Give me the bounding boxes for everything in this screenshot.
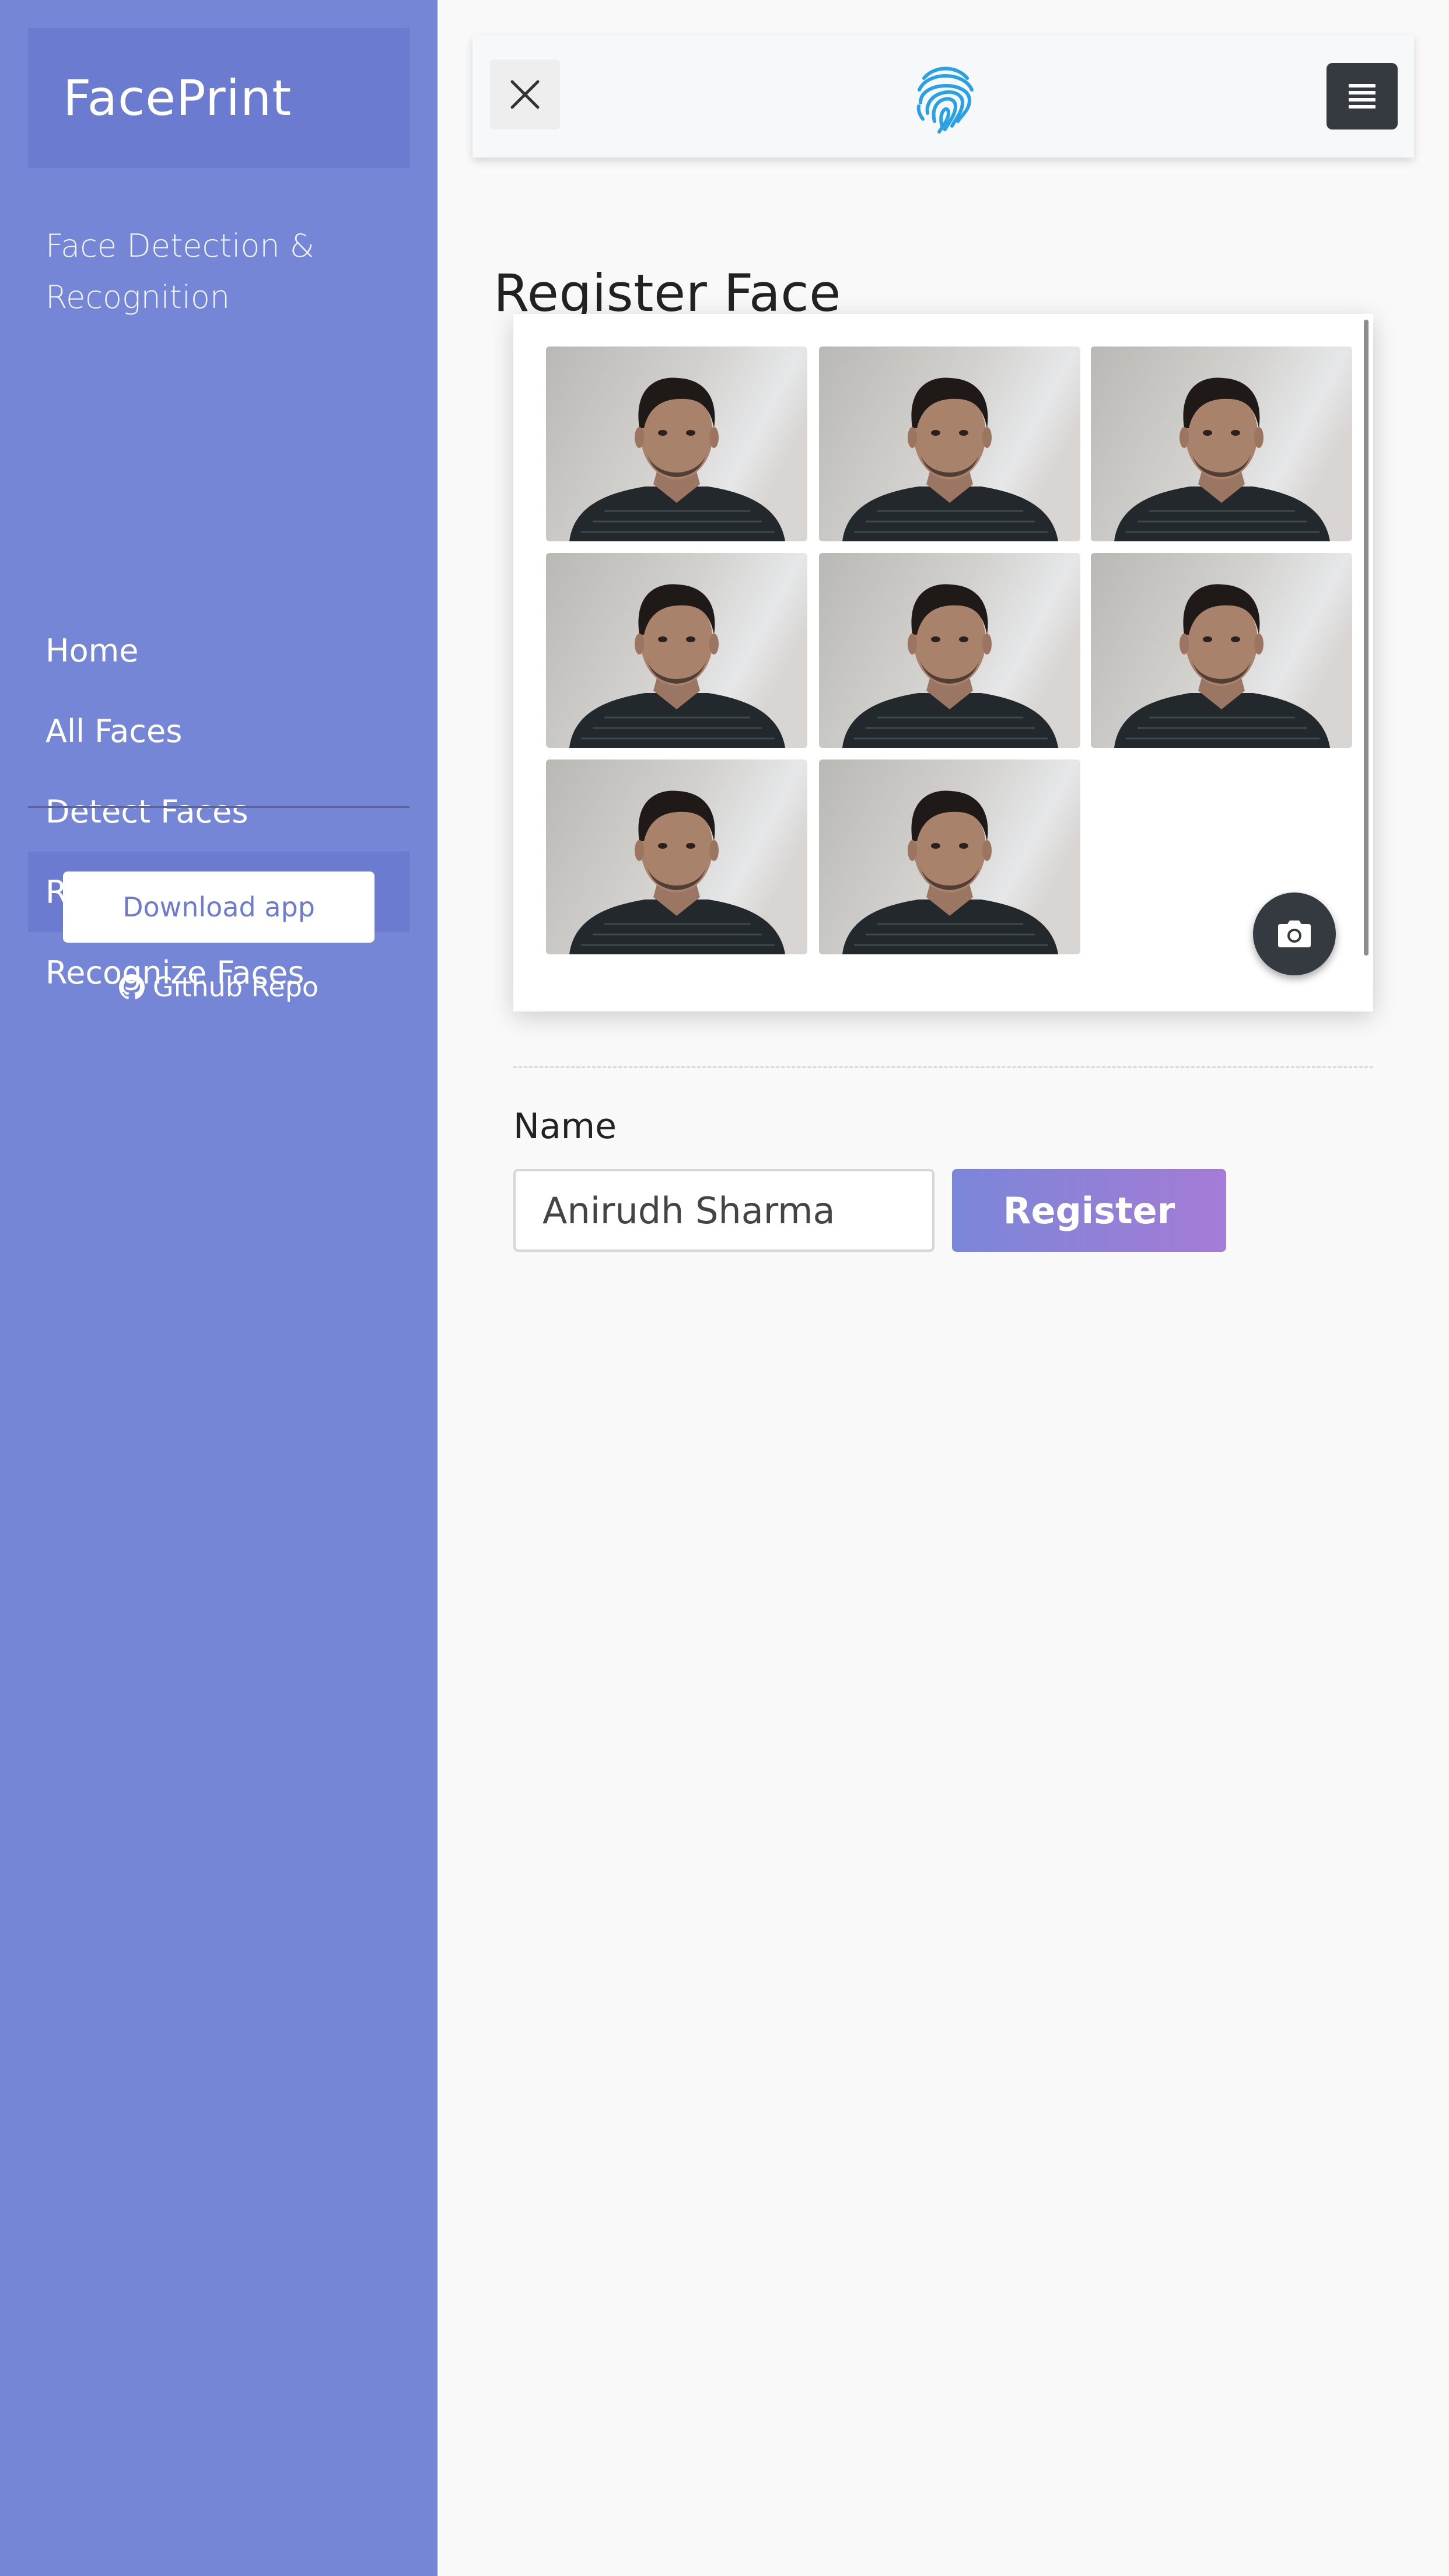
- close-icon: [510, 80, 540, 109]
- close-sidebar-button[interactable]: [490, 60, 560, 130]
- app-tagline: Face Detection & Recognition: [46, 228, 314, 316]
- captured-photo[interactable]: [546, 553, 807, 748]
- capture-photo-button[interactable]: [1253, 892, 1336, 975]
- camera-icon: [1278, 921, 1311, 947]
- menu-button[interactable]: [1326, 63, 1398, 130]
- download-app-button[interactable]: Download app: [63, 872, 374, 943]
- captured-photo[interactable]: [819, 553, 1080, 748]
- captured-photo[interactable]: [546, 760, 807, 954]
- github-repo-link[interactable]: Github Repo: [0, 970, 438, 1005]
- capture-card: [513, 314, 1373, 1012]
- card-scrollbar[interactable]: [1364, 320, 1368, 956]
- captured-photo[interactable]: [1091, 553, 1352, 748]
- github-icon: [118, 974, 145, 999]
- fingerprint-icon: [916, 66, 974, 134]
- sidebar-item-detect-faces[interactable]: Detect Faces: [28, 771, 410, 852]
- name-label: Name: [513, 1106, 617, 1147]
- top-bar: [473, 35, 1414, 158]
- sidebar-item-all-faces[interactable]: All Faces: [28, 691, 410, 771]
- github-repo-label: Github Repo: [152, 971, 319, 1003]
- captured-photo[interactable]: [819, 346, 1080, 541]
- sidebar: FacePrint Face Detection & Recognition H…: [0, 0, 438, 2576]
- brand-title[interactable]: FacePrint: [28, 28, 410, 168]
- captured-photo[interactable]: [1091, 346, 1352, 541]
- sidebar-nav: Home All Faces Detect Faces Register Fac…: [28, 610, 410, 1013]
- form-divider: [513, 1066, 1373, 1068]
- sidebar-item-home[interactable]: Home: [28, 610, 410, 691]
- register-button[interactable]: Register: [952, 1169, 1226, 1252]
- name-input[interactable]: [513, 1169, 935, 1252]
- captured-photo[interactable]: [546, 346, 807, 541]
- list-menu-icon: [1349, 84, 1376, 108]
- sidebar-divider: [28, 806, 410, 808]
- captured-photo[interactable]: [819, 760, 1080, 954]
